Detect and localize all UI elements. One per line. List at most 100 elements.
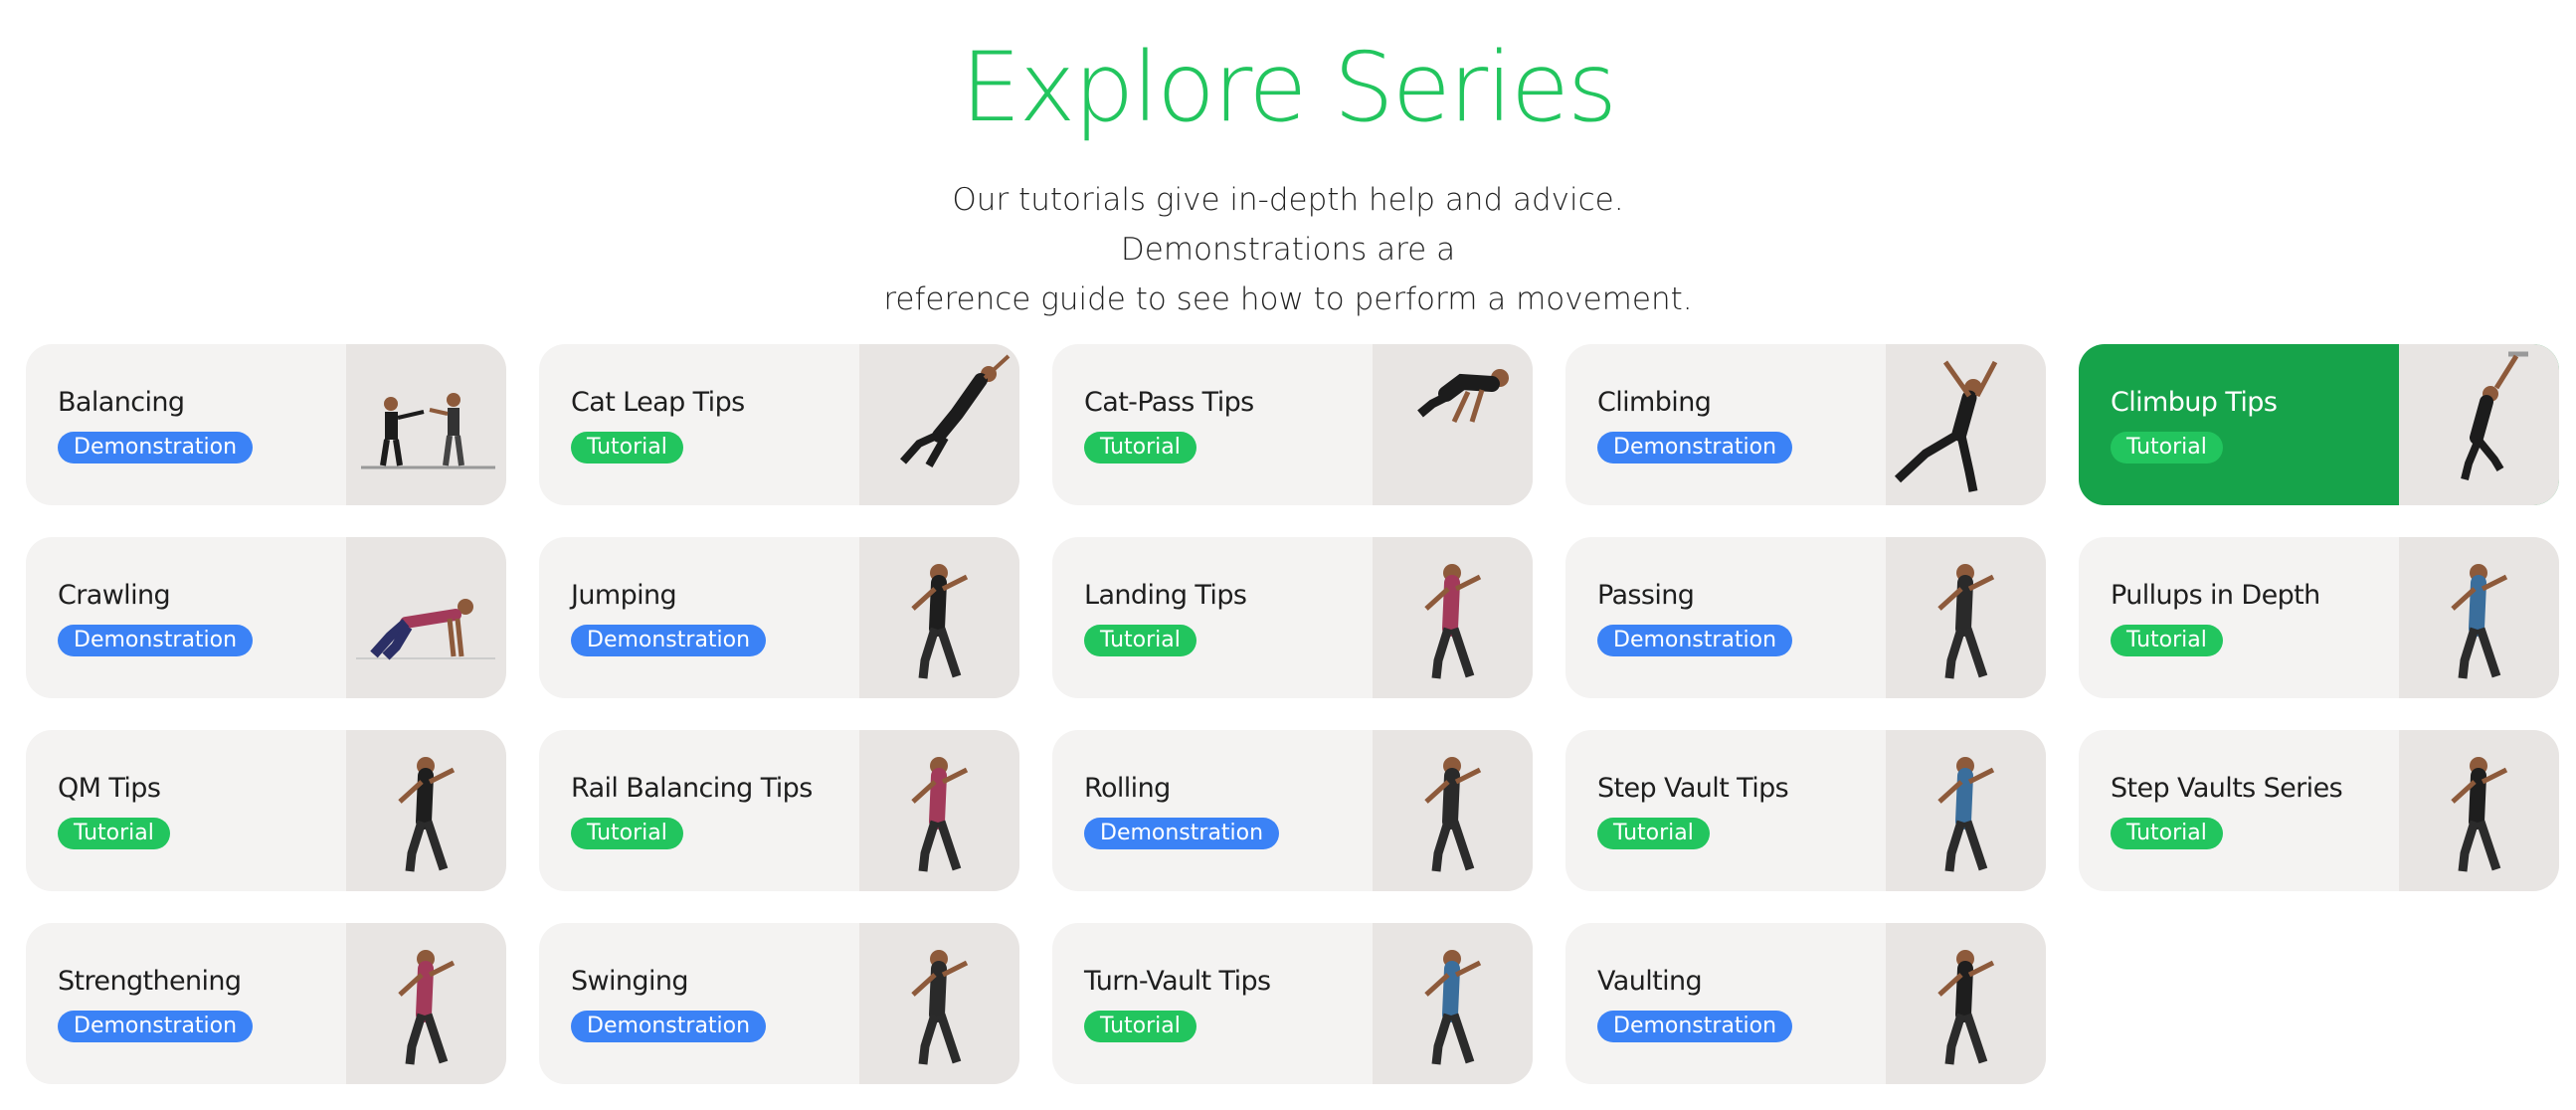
figure-icon — [1937, 564, 1995, 679]
series-card[interactable]: Rail Balancing Tips Tutorial — [539, 730, 1019, 891]
person-vaulting-box-image — [1886, 923, 2046, 1084]
series-card-text: QM Tips Tutorial — [26, 730, 346, 891]
series-card[interactable]: Jumping Demonstration — [539, 537, 1019, 698]
person-quadrupedal-image — [346, 730, 506, 891]
series-type-badge: Demonstration — [58, 624, 254, 656]
person-crawling-image — [346, 537, 506, 698]
series-card-text: Pullups in Depth Tutorial — [2079, 537, 2399, 698]
figure-icon — [398, 950, 456, 1065]
series-card-title: Strengthening — [58, 965, 242, 997]
series-card-title: Passing — [1597, 579, 1695, 611]
series-type-badge: Demonstration — [571, 624, 767, 656]
series-card-title: Climbup Tips — [2111, 386, 2278, 418]
series-card-title: Crawling — [58, 579, 171, 611]
series-card-text: Vaulting Demonstration — [1565, 923, 1886, 1084]
series-card[interactable]: Cat Leap Tips Tutorial — [539, 344, 1019, 505]
series-card[interactable]: Passing Demonstration — [1565, 537, 2046, 698]
series-type-badge: Tutorial — [1084, 1010, 1196, 1042]
series-card-text: Crawling Demonstration — [26, 537, 346, 698]
person-climbing-image — [1886, 344, 2046, 505]
two-people-balancing-image — [346, 344, 506, 505]
person-rail-balancing-image — [859, 730, 1019, 891]
subtitle-line-1: Our tutorials give in-depth help and adv… — [952, 182, 1624, 268]
series-card[interactable]: Balancing Demonstration — [26, 344, 506, 505]
series-type-badge: Tutorial — [1597, 817, 1710, 849]
series-grid: Balancing Demonstration Cat Leap Tips Tuto… — [26, 344, 2559, 1084]
series-card-title: Pullups in Depth — [2111, 579, 2320, 611]
figure-icon — [2461, 351, 2528, 480]
series-card-text: Turn-Vault Tips Tutorial — [1052, 923, 1373, 1084]
series-card-title: Climbing — [1597, 386, 1712, 418]
series-type-badge: Demonstration — [58, 431, 254, 463]
series-card-title: Swinging — [571, 965, 689, 997]
series-type-badge: Demonstration — [1597, 431, 1793, 463]
series-card-text: Step Vault Tips Tutorial — [1565, 730, 1886, 891]
series-card-title: QM Tips — [58, 772, 161, 804]
header: Explore Series Our tutorials give in-dep… — [0, 0, 2576, 324]
series-type-badge: Tutorial — [1084, 624, 1196, 656]
series-card[interactable]: Step Vaults Series Tutorial — [2079, 730, 2559, 891]
person-jumping-image — [859, 537, 1019, 698]
figure-icon — [2451, 757, 2508, 872]
series-card-text: Swinging Demonstration — [539, 923, 859, 1084]
subtitle-line-2: reference guide to see how to perform a … — [883, 281, 1693, 317]
series-type-badge: Tutorial — [1084, 431, 1196, 463]
figure-icon — [356, 599, 495, 660]
series-card[interactable]: Turn-Vault Tips Tutorial — [1052, 923, 1533, 1084]
series-type-badge: Demonstration — [1597, 624, 1793, 656]
series-card[interactable]: QM Tips Tutorial — [26, 730, 506, 891]
person-climbup-image — [2399, 344, 2559, 505]
series-card[interactable]: Pullups in Depth Tutorial — [2079, 537, 2559, 698]
figure-icon — [911, 950, 969, 1065]
series-card[interactable]: Landing Tips Tutorial — [1052, 537, 1533, 698]
series-card[interactable]: Strengthening Demonstration — [26, 923, 506, 1084]
series-card-title: Vaulting — [1597, 965, 1703, 997]
person-step-vault-image — [1886, 730, 2046, 891]
series-card[interactable]: Swinging Demonstration — [539, 923, 1019, 1084]
series-card-title: Cat Leap Tips — [571, 386, 745, 418]
page: Explore Series Our tutorials give in-dep… — [0, 0, 2576, 1110]
figure-icon — [1424, 757, 1482, 872]
series-card[interactable]: Step Vault Tips Tutorial — [1565, 730, 2046, 891]
figure-icon — [2451, 564, 2508, 679]
person-turn-vault-image — [1373, 923, 1533, 1084]
series-type-badge: Tutorial — [2111, 431, 2223, 463]
series-card-title: Rolling — [1084, 772, 1171, 804]
series-type-badge: Demonstration — [571, 1010, 767, 1042]
series-card-title: Turn-Vault Tips — [1084, 965, 1271, 997]
series-card-text: Rolling Demonstration — [1052, 730, 1373, 891]
figure-icon — [361, 393, 495, 469]
figure-icon — [1937, 950, 1995, 1065]
series-type-badge: Demonstration — [1084, 817, 1280, 849]
series-card[interactable]: Crawling Demonstration — [26, 537, 506, 698]
person-pullup-image — [2399, 537, 2559, 698]
series-card[interactable]: Cat-Pass Tips Tutorial — [1052, 344, 1533, 505]
series-type-badge: Tutorial — [571, 817, 683, 849]
series-card-title: Jumping — [571, 579, 677, 611]
page-subtitle: Our tutorials give in-depth help and adv… — [840, 175, 1736, 324]
series-card[interactable]: Rolling Demonstration — [1052, 730, 1533, 891]
series-card-title: Rail Balancing Tips — [571, 772, 813, 804]
series-card-text: Cat Leap Tips Tutorial — [539, 344, 859, 505]
figure-icon — [1894, 360, 1998, 492]
series-card-title: Landing Tips — [1084, 579, 1247, 611]
figure-icon — [911, 564, 969, 679]
series-type-badge: Tutorial — [58, 817, 170, 849]
series-card[interactable]: Climbup Tips Tutorial — [2079, 344, 2559, 505]
series-card-text: Passing Demonstration — [1565, 537, 1886, 698]
series-card-text: Strengthening Demonstration — [26, 923, 346, 1084]
series-card-title: Cat-Pass Tips — [1084, 386, 1254, 418]
series-card[interactable]: Climbing Demonstration — [1565, 344, 2046, 505]
series-card-text: Climbup Tips Tutorial — [2079, 344, 2399, 505]
series-card-text: Jumping Demonstration — [539, 537, 859, 698]
series-type-badge: Demonstration — [1597, 1010, 1793, 1042]
figure-icon — [911, 757, 969, 872]
series-type-badge: Demonstration — [58, 1010, 254, 1042]
person-landing-image — [1373, 537, 1533, 698]
person-step-vault-bar-image — [2399, 730, 2559, 891]
series-card[interactable]: Vaulting Demonstration — [1565, 923, 2046, 1084]
figure-icon — [1417, 369, 1509, 424]
figure-icon — [900, 354, 1011, 467]
series-card-text: Balancing Demonstration — [26, 344, 346, 505]
series-type-badge: Tutorial — [2111, 817, 2223, 849]
